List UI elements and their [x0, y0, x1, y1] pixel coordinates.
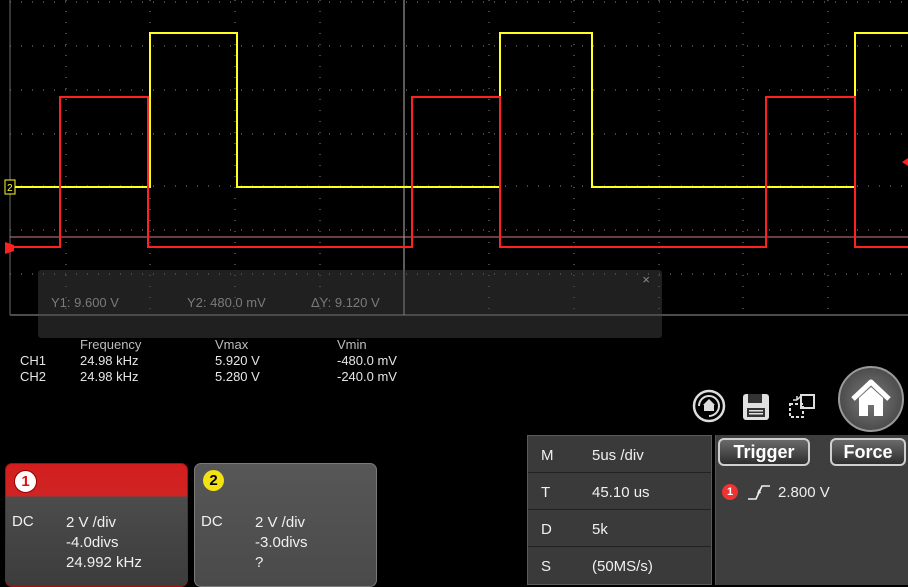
save-icon	[743, 394, 769, 420]
row-vmin: -480.0 mV	[337, 352, 397, 368]
measurement-header: Frequency Vmax Vmin	[20, 336, 457, 352]
auto-set-icon	[692, 389, 726, 423]
ch1-badge: 1	[14, 470, 37, 493]
rising-edge-icon	[748, 485, 770, 500]
table-row: CH1 24.98 kHz 5.920 V -480.0 mV	[20, 352, 457, 368]
ch2-scale: 2 V /div	[255, 514, 306, 531]
quick-action-buttons	[680, 366, 908, 432]
ch1-offset: -4.0divs	[66, 534, 119, 551]
window-icon	[789, 394, 815, 418]
ch1-frequency: 24.992 kHz	[66, 554, 142, 571]
trigger-panel: Trigger Force 1 2.800 V	[715, 435, 908, 585]
ch2-level-marker[interactable]: 2	[4, 179, 16, 195]
measurement-table: Frequency Vmax Vmin CH1 24.98 kHz 5.920 …	[20, 336, 457, 384]
window-switch-button[interactable]	[782, 387, 822, 427]
row-channel: CH1	[20, 352, 47, 368]
graticule	[9, 0, 908, 316]
ch2-waveform	[10, 32, 908, 188]
table-row: CH2 24.98 kHz 5.280 V -240.0 mV	[20, 368, 457, 384]
header-frequency: Frequency	[80, 336, 142, 352]
trigger-info[interactable]: 1 2.800 V	[722, 483, 830, 501]
auto-set-button[interactable]	[690, 387, 728, 425]
cursor-values: Y1: 9.600 V Y2: 480.0 mV ΔY: 9.120 V	[51, 295, 380, 310]
save-button[interactable]	[736, 387, 776, 427]
trigger-button[interactable]: Trigger	[718, 438, 810, 466]
ch2-frequency: ?	[255, 554, 264, 571]
close-icon[interactable]: ×	[642, 272, 650, 287]
timebase-row[interactable]: M 5us /div	[528, 436, 711, 473]
row-channel: CH2	[20, 368, 47, 384]
row-vmin: -240.0 mV	[337, 368, 397, 384]
trigger-level-marker[interactable]	[902, 158, 908, 166]
header-vmax: Vmax	[215, 336, 249, 352]
ch2-offset: -3.0divs	[255, 534, 308, 551]
trigger-source-badge: 1	[722, 484, 738, 500]
row-vmax: 5.920 V	[215, 352, 260, 368]
ch2-marker-label: 2	[7, 183, 13, 194]
row-vmax: 5.280 V	[215, 368, 260, 384]
timebase-panel: M 5us /div T 45.10 us D 5k S (50MS/s)	[527, 435, 712, 585]
timebase-row[interactable]: D 5k	[528, 510, 711, 547]
ch1-level-marker[interactable]	[5, 242, 14, 254]
force-button[interactable]: Force	[830, 438, 906, 466]
ch1-coupling: DC	[12, 513, 34, 530]
row-frequency: 24.98 kHz	[80, 368, 139, 384]
row-frequency: 24.98 kHz	[80, 352, 139, 368]
ch1-settings-panel[interactable]: 1 DC 2 V /div -4.0divs 24.992 kHz	[5, 463, 188, 587]
cursor-delta-y: ΔY: 9.120 V	[311, 295, 380, 310]
ch2-badge: 2	[203, 470, 224, 491]
timebase-row[interactable]: S (50MS/s)	[528, 547, 711, 584]
home-button[interactable]	[838, 366, 904, 432]
cursor-readout-panel: × Y1: 9.600 V Y2: 480.0 mV ΔY: 9.120 V	[38, 270, 662, 338]
ch2-settings-panel[interactable]: 2 DC 2 V /div -3.0divs ?	[194, 463, 377, 587]
home-icon	[851, 379, 891, 416]
ch2-coupling: DC	[201, 513, 223, 530]
trigger-level: 2.800 V	[778, 483, 830, 501]
ch1-waveform	[10, 96, 908, 248]
timebase-row[interactable]: T 45.10 us	[528, 473, 711, 510]
cursor-y1: Y1: 9.600 V	[51, 295, 119, 310]
ch1-scale: 2 V /div	[66, 514, 117, 531]
header-vmin: Vmin	[337, 336, 367, 352]
cursor-y2: Y2: 480.0 mV	[187, 295, 266, 310]
